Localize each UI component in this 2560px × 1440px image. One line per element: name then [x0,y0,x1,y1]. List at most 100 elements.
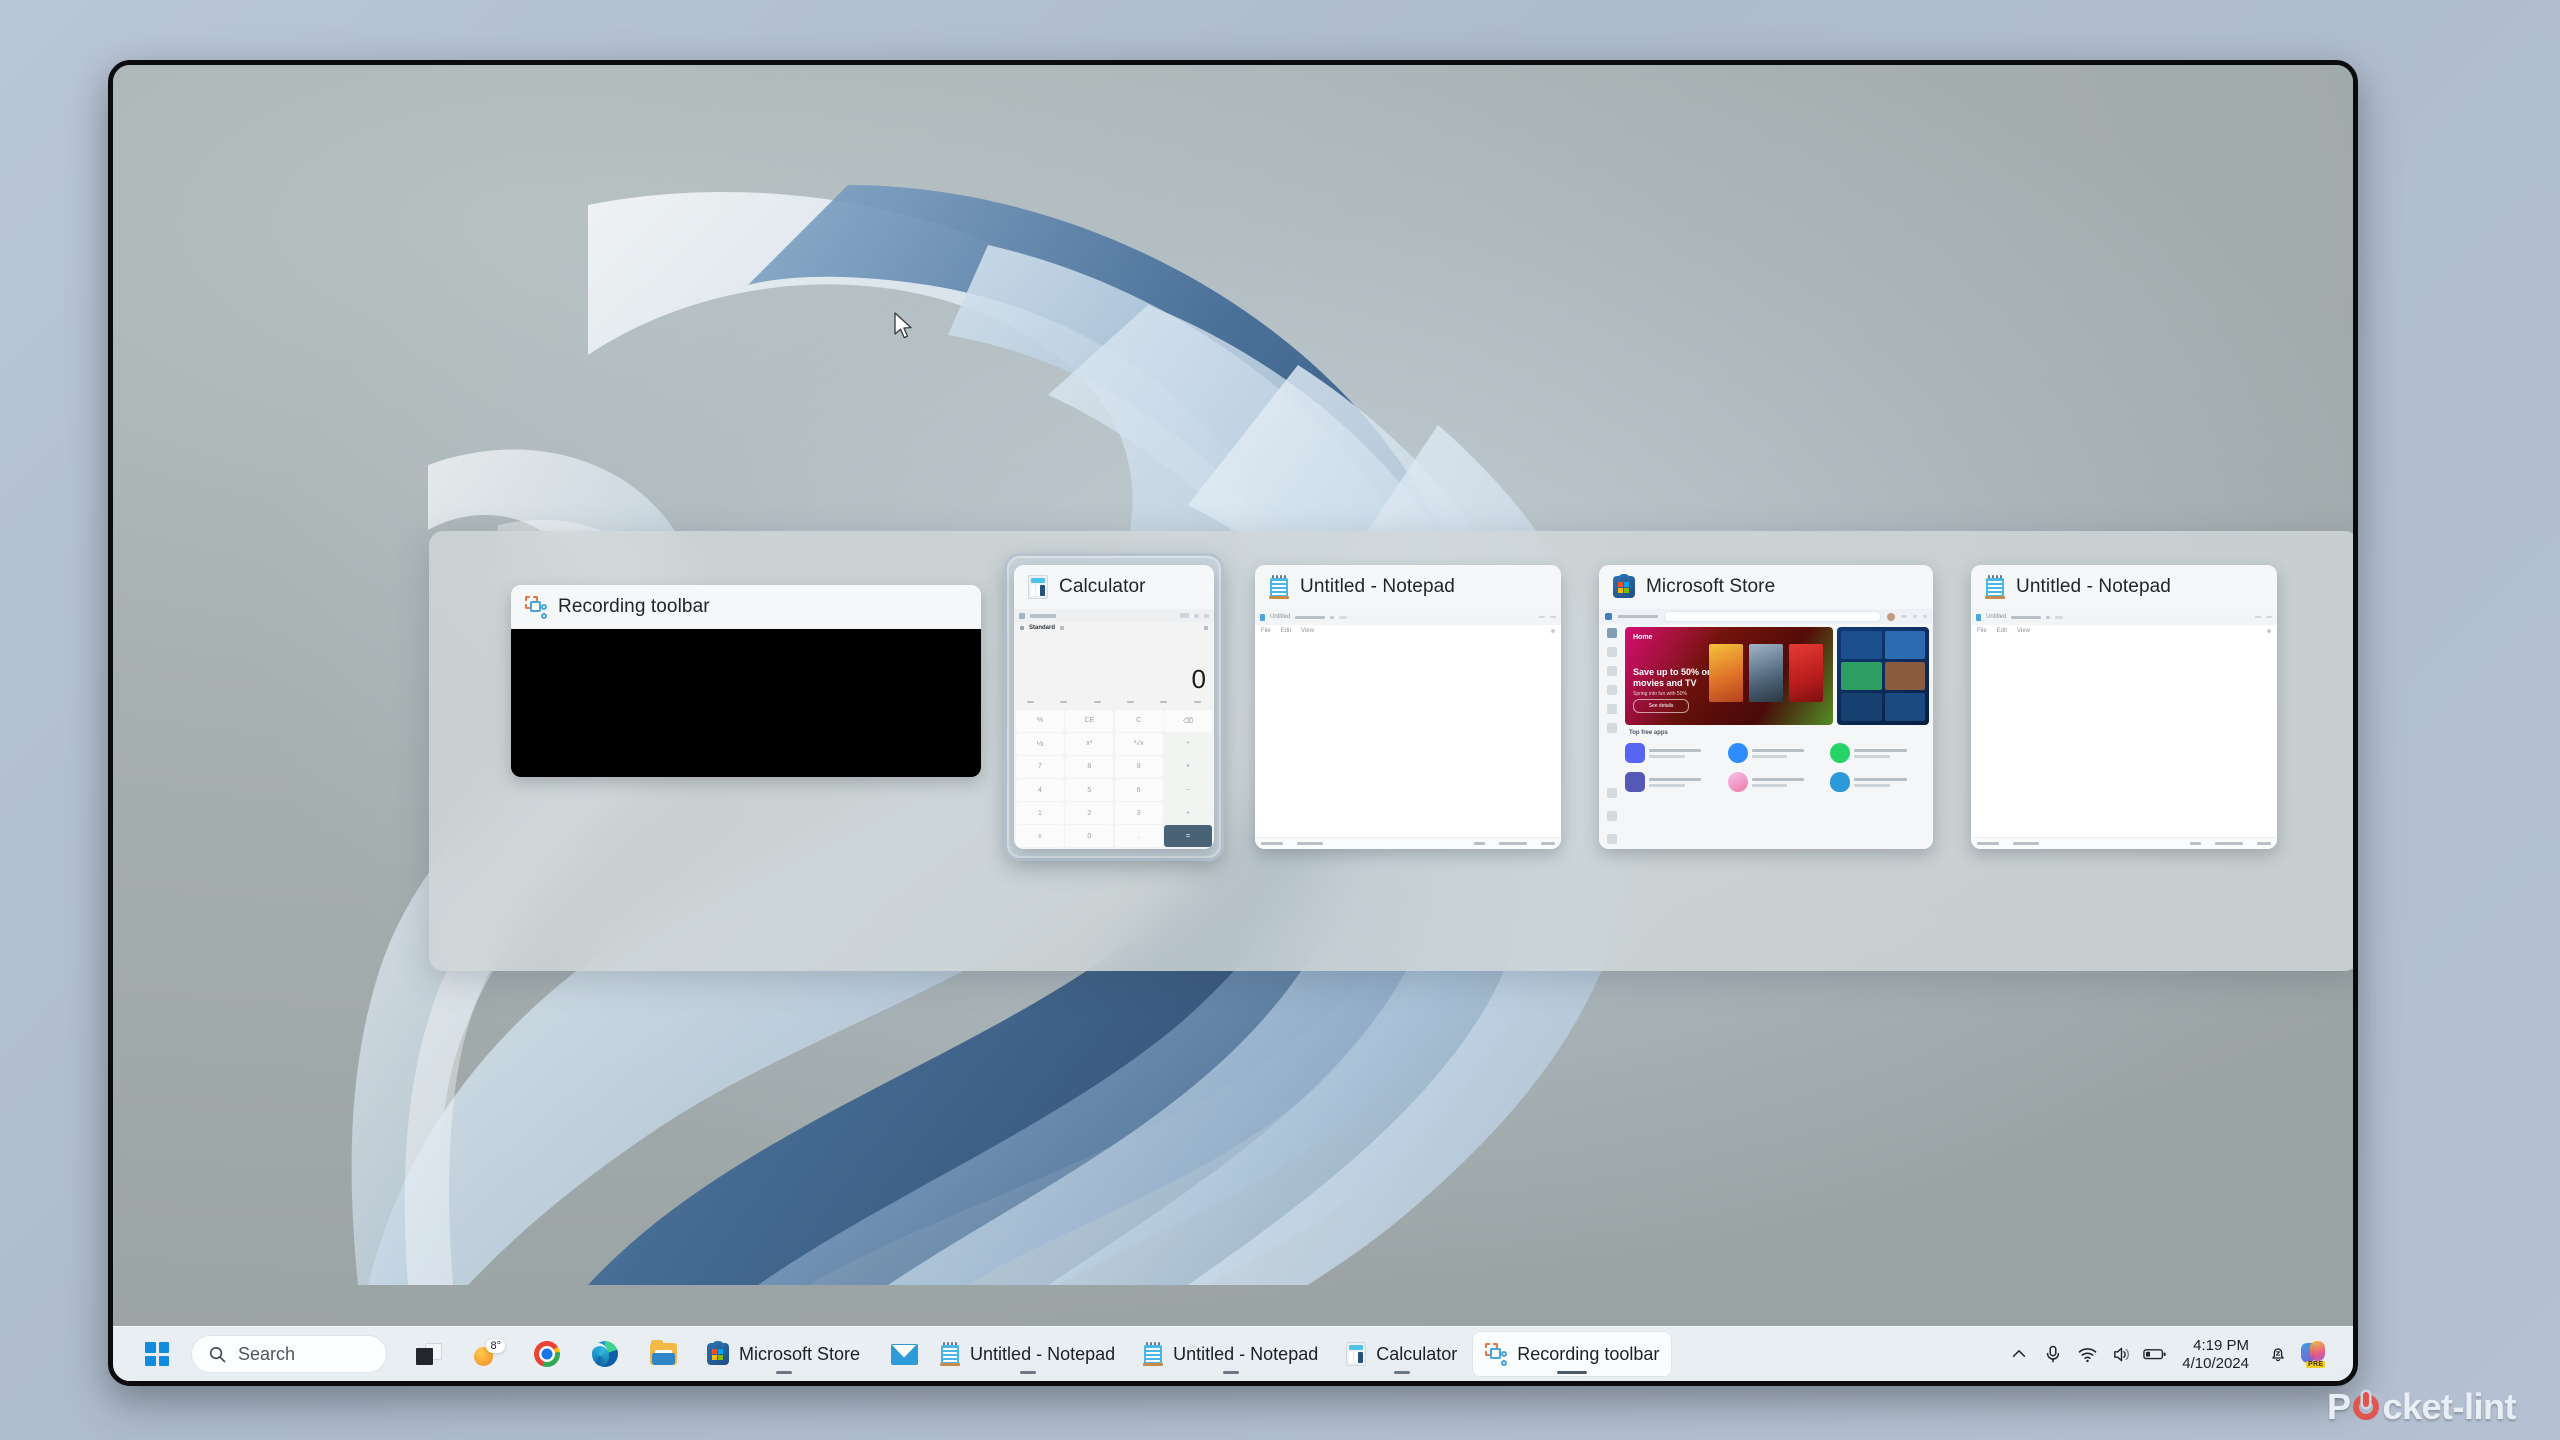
store-window-preview: Home Save up to 50% on movies and TV Spr… [1599,609,1933,849]
alt-tab-item-calculator[interactable]: Calculator Standard 0 % CE C ⌫ ⅟x x² ²√x… [1004,553,1224,861]
monitor-bezel: Recording toolbar Calculator Standard 0 … [108,60,2358,1386]
store-app-item[interactable] [1830,740,1929,766]
taskbar-app-file-explorer[interactable] [641,1332,685,1376]
calc-key[interactable]: 9 [1114,756,1163,778]
alt-tab-item-microsoft-store[interactable]: Microsoft Store Home Save up to 50% on m… [1599,565,1933,849]
store-hero-button[interactable]: See details [1633,699,1689,713]
store-app-item[interactable] [1625,740,1724,766]
calculator-window-preview: Standard 0 % CE C ⌫ ⅟x x² ²√x ÷ 7 8 9 × … [1014,609,1214,849]
taskbar-app-recording-toolbar[interactable]: Recording toolbar [1473,1332,1672,1376]
calc-key[interactable]: 2 [1065,802,1114,824]
taskbar[interactable]: Search 8° Microsoft Store Untitled - Not… [113,1326,2353,1381]
calc-key[interactable]: ⅟x [1016,733,1064,755]
notepad-menu-view[interactable]: View [1301,628,1314,634]
taskbar-app-mail[interactable] [882,1332,926,1376]
alt-tab-item-recording-toolbar[interactable]: Recording toolbar [511,585,981,777]
start-button[interactable] [135,1332,179,1376]
store-app-item[interactable] [1830,769,1929,795]
alt-tab-item-notepad-1[interactable]: Untitled - Notepad Untitled File Edit Vi… [1255,565,1561,849]
calc-key[interactable]: % [1016,710,1064,732]
calc-key-equals[interactable]: = [1164,825,1212,847]
volume-button[interactable] [2104,1332,2138,1376]
calc-key[interactable]: C [1114,710,1163,732]
taskbar-app-edge[interactable] [583,1332,627,1376]
battery-button[interactable] [2138,1332,2172,1376]
notepad-menu-file[interactable]: File [1977,628,1987,634]
notepad-text-area[interactable] [1971,637,2277,838]
calc-key[interactable]: 5 [1065,779,1114,801]
store-app-grid [1625,740,1929,795]
calc-key[interactable]: ²√x [1114,733,1163,755]
calc-key[interactable]: + [1164,802,1212,824]
calc-key[interactable]: 0 [1065,825,1114,847]
calc-key[interactable]: × [1164,756,1212,778]
taskbar-app-chrome[interactable] [525,1332,569,1376]
system-tray[interactable]: 4:19 PM 4/10/2024 PRE [2002,1332,2353,1376]
calculator-icon [1346,1342,1367,1366]
calc-key[interactable]: ⌫ [1164,710,1212,732]
task-view-button[interactable] [407,1332,451,1376]
calc-key[interactable]: 1 [1016,802,1064,824]
calc-key[interactable]: 4 [1016,779,1064,801]
tray-overflow-button[interactable] [2002,1332,2036,1376]
tile-preview-notepad: Untitled File Edit View [1971,609,2277,849]
calc-key[interactable]: . [1114,825,1163,847]
calc-key[interactable]: 7 [1016,756,1064,778]
store-app-item[interactable] [1727,740,1827,766]
notepad-menu-edit[interactable]: Edit [1281,628,1291,634]
notepad-menu-view[interactable]: View [2017,628,2030,634]
volume-icon [2113,1347,2129,1361]
microphone-button[interactable] [2036,1332,2070,1376]
calc-key[interactable]: x² [1065,733,1114,755]
copilot-button[interactable]: PRE [2295,1332,2335,1376]
tile-card: Recording toolbar [511,585,981,777]
calc-titlebar [1014,609,1214,622]
search-input[interactable]: Search [191,1335,387,1373]
watermark-text-before: P [2326,1386,2351,1427]
notepad-menu-edit[interactable]: Edit [1997,628,2007,634]
notifications-button[interactable] [2261,1332,2295,1376]
taskbar-app-notepad-2[interactable]: Untitled - Notepad [1131,1332,1330,1376]
store-app-item[interactable] [1727,769,1827,795]
onedrive-icon [1830,772,1851,792]
calc-key[interactable]: CE [1065,710,1114,732]
tile-card: Untitled - Notepad Untitled File Edit Vi… [1255,565,1561,849]
tile-preview-recording-toolbar [511,629,981,777]
calc-key[interactable]: 6 [1114,779,1163,801]
store-hero-carousel[interactable]: Home Save up to 50% on movies and TV Spr… [1625,627,1929,725]
store-app-text [1751,777,1827,787]
calc-key[interactable]: − [1164,779,1212,801]
store-hero-main[interactable]: Home Save up to 50% on movies and TV Spr… [1625,627,1833,725]
store-app-text [1854,777,1929,787]
watermark-text: P cket-lint [2326,1386,2517,1428]
alt-tab-switcher[interactable]: Recording toolbar Calculator Standard 0 … [429,531,2353,971]
store-navigation-rail[interactable] [1599,624,1625,849]
weather-temperature: 8° [486,1339,505,1353]
taskbar-app-microsoft-store[interactable]: Microsoft Store [695,1332,872,1376]
running-indicator [775,1371,792,1374]
store-section-title: Top free apps [1629,730,1668,736]
weather-widget[interactable]: 8° [463,1332,515,1376]
calc-key[interactable]: 3 [1114,802,1163,824]
notepad-statusbar [1971,837,2277,849]
calc-key[interactable]: ÷ [1164,733,1212,755]
notepad-menu-file[interactable]: File [1261,628,1271,634]
taskbar-app-calculator[interactable]: Calculator [1334,1332,1469,1376]
calc-key[interactable]: 8 [1065,756,1114,778]
notepad-icon [940,1342,961,1366]
wifi-button[interactable] [2070,1332,2104,1376]
notepad-tabbar: Untitled [1971,609,2277,625]
tile-card: Untitled - Notepad Untitled File Edit Vi… [1971,565,2277,849]
store-app-item[interactable] [1625,769,1724,795]
alt-tab-item-notepad-2[interactable]: Untitled - Notepad Untitled File Edit Vi… [1971,565,2277,849]
microsoft-store-icon [707,1341,729,1365]
store-hero-kicker: Home [1633,634,1653,641]
store-search-input[interactable] [1664,611,1881,622]
store-hero-next[interactable] [1837,627,1929,725]
clock-button[interactable]: 4:19 PM 4/10/2024 [2172,1337,2261,1372]
running-indicator [1393,1371,1410,1374]
notepad-text-area[interactable] [1255,637,1561,838]
calc-key[interactable]: ± [1016,825,1064,847]
chrome-icon [534,1341,560,1367]
taskbar-app-notepad-1[interactable]: Untitled - Notepad [928,1332,1127,1376]
